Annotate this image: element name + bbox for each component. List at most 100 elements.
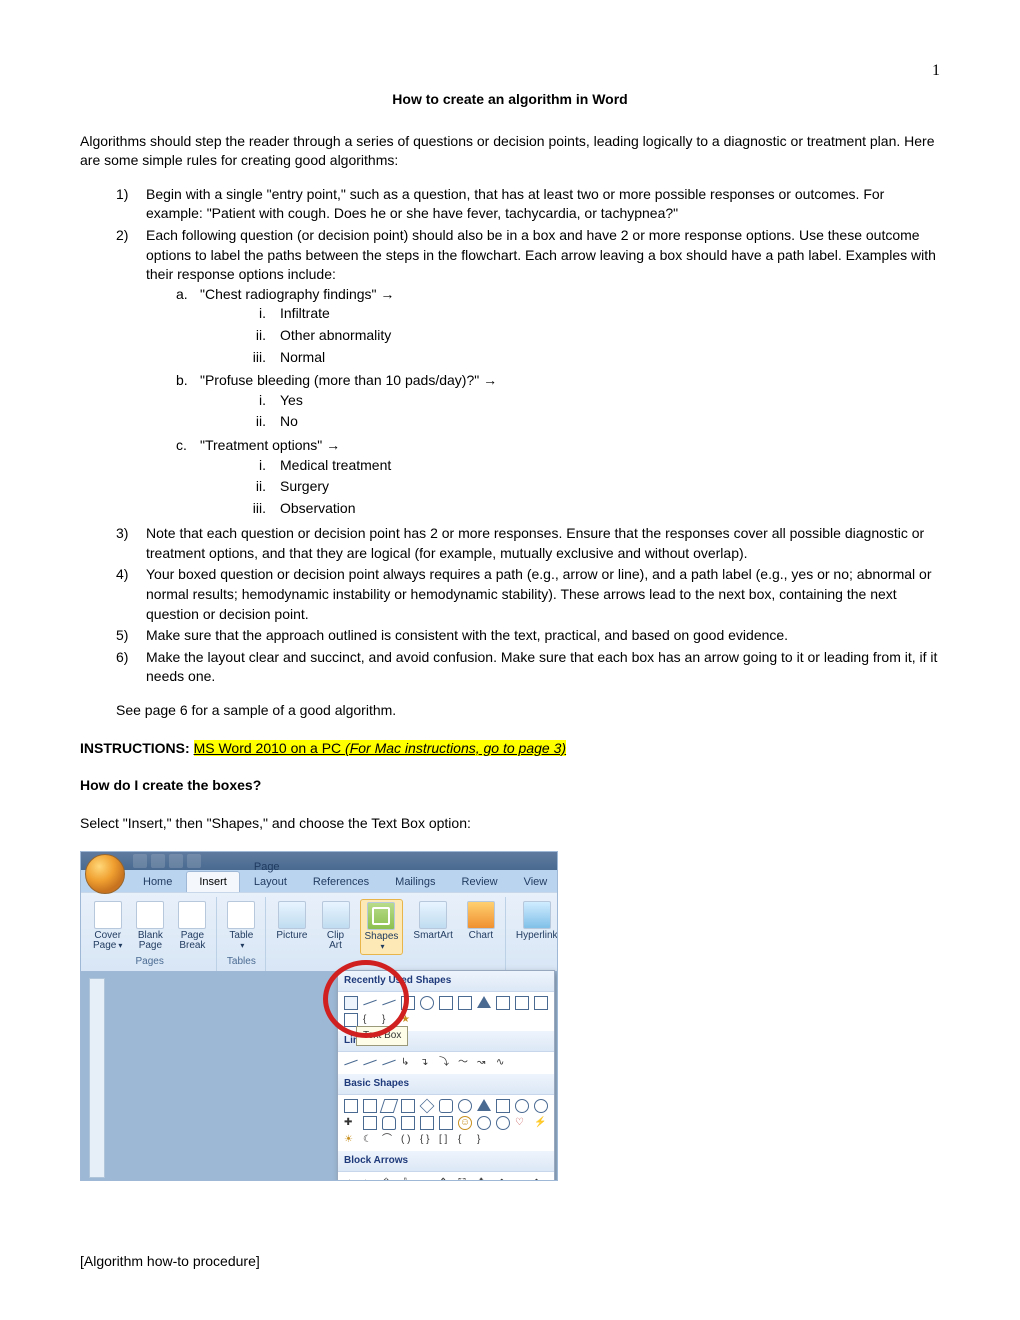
bracket-shape-icon[interactable]: [ ] <box>439 1133 453 1147</box>
block-arrow-icon[interactable]: ⬑ <box>534 1176 548 1181</box>
lightning-shape-icon[interactable]: ⚡ <box>534 1116 548 1130</box>
rect-shape-icon[interactable] <box>458 996 472 1010</box>
brace-shape-icon[interactable]: } <box>477 1133 491 1147</box>
vertical-ruler <box>89 978 105 1178</box>
curve-shape-icon[interactable]: 〜 <box>458 1056 472 1070</box>
block-arrow-icon[interactable]: ⇩ <box>401 1176 415 1181</box>
tab-review[interactable]: Review <box>450 872 510 892</box>
dropdown-row: ⇨ ⇦ ⇧ ⇩ ⇔ ⇕ ⤧ ✥ ⬏ ⬐ ⬑ ⬎ ↩ ↪ ⟳ ⟲ ⇨ ⇨ ▷ ⬭ <box>338 1172 554 1181</box>
diamond-shape-icon[interactable] <box>420 1099 435 1114</box>
line-shape-icon[interactable] <box>363 1060 376 1066</box>
clip-art-icon <box>322 901 350 929</box>
table-button[interactable]: Table▾ <box>223 899 259 953</box>
smartart-button[interactable]: SmartArt <box>409 899 456 955</box>
brace-shape-icon[interactable]: } <box>382 1013 396 1027</box>
textbox-shape-icon[interactable] <box>344 1099 358 1113</box>
rounded-rect-shape-icon[interactable] <box>439 1099 453 1113</box>
block-arrow-icon[interactable]: ⇨ <box>344 1176 358 1181</box>
cover-page-button[interactable]: CoverPage▾ <box>89 899 126 953</box>
tab-references[interactable]: References <box>301 872 381 892</box>
arrow-shape-icon[interactable] <box>515 996 529 1010</box>
block-arrow-icon[interactable]: ⇧ <box>382 1176 396 1181</box>
tab-view[interactable]: View <box>512 872 558 892</box>
tab-mailings[interactable]: Mailings <box>383 872 447 892</box>
hyperlink-button[interactable]: Hyperlink <box>512 899 558 943</box>
folded-corner-shape-icon[interactable] <box>439 1116 453 1130</box>
parallelogram-shape-icon[interactable] <box>380 1099 399 1113</box>
clip-art-button[interactable]: ClipArt <box>318 899 354 955</box>
block-arrow-icon[interactable]: ✥ <box>477 1176 491 1181</box>
blank-page-button[interactable]: BlankPage <box>132 899 168 953</box>
ribbon-group-links: Hyperlink Bookmark <box>505 897 558 971</box>
connector-shape-icon[interactable]: ↴ <box>420 1056 434 1070</box>
qat-dropdown-icon[interactable] <box>187 854 201 868</box>
oval-shape-icon[interactable] <box>534 1099 548 1113</box>
textbox-tooltip: Text Box <box>356 1026 408 1046</box>
block-arrow-icon[interactable]: ⇔ <box>420 1176 434 1181</box>
freeform-shape-icon[interactable]: ↝ <box>477 1056 491 1070</box>
oval-shape-icon[interactable] <box>420 996 434 1010</box>
oval-shape-icon[interactable] <box>515 1099 529 1113</box>
picture-button[interactable]: Picture <box>272 899 311 955</box>
block-arrow-icon[interactable]: ⇕ <box>439 1176 453 1181</box>
connector-shape-icon[interactable]: ↳ <box>401 1056 415 1070</box>
triangle-shape-icon[interactable] <box>477 1099 491 1111</box>
block-arrow-icon[interactable]: ⤧ <box>458 1176 472 1181</box>
heart-shape-icon[interactable]: ♡ <box>515 1116 529 1130</box>
block-arrow-icon[interactable]: ⇦ <box>363 1176 377 1181</box>
step-text: Select "Insert," then "Shapes," and choo… <box>80 814 940 834</box>
donut-shape-icon[interactable] <box>477 1116 491 1130</box>
smiley-shape-icon[interactable]: ☺ <box>458 1116 472 1130</box>
tab-page-layout[interactable]: Page Layout <box>242 857 299 893</box>
list-item: a. "Chest radiography findings" → i.Infi… <box>176 285 940 369</box>
hexagon-shape-icon[interactable] <box>363 1116 377 1130</box>
oval-shape-icon[interactable] <box>458 1099 472 1113</box>
list-item: 4) Your boxed question or decision point… <box>116 565 940 624</box>
block-arrow-icon[interactable]: ⬏ <box>496 1176 510 1181</box>
moon-shape-icon[interactable]: ☾ <box>363 1133 377 1147</box>
no-symbol-shape-icon[interactable] <box>496 1116 510 1130</box>
list-item: i.Yes <box>240 391 940 411</box>
sun-shape-icon[interactable]: ☀ <box>344 1133 358 1147</box>
cover-page-icon <box>94 901 122 929</box>
can-shape-icon[interactable] <box>382 1116 396 1130</box>
connector-shape-icon[interactable]: ⤵ <box>439 1056 453 1070</box>
triangle-shape-icon[interactable] <box>477 996 491 1008</box>
tab-insert[interactable]: Insert <box>186 871 240 892</box>
rect-shape-icon[interactable] <box>363 1099 377 1113</box>
arrow-shape-icon[interactable] <box>344 1013 358 1027</box>
list-item: 6) Make the layout clear and succinct, a… <box>116 648 940 687</box>
line-shape-icon[interactable] <box>363 1000 376 1006</box>
star-shape-icon[interactable]: ★ <box>401 1013 415 1027</box>
rect-shape-icon[interactable] <box>439 996 453 1010</box>
line-shape-icon[interactable] <box>382 1060 395 1066</box>
line-shape-icon[interactable] <box>382 1000 395 1006</box>
undo-icon[interactable] <box>151 854 165 868</box>
cube-shape-icon[interactable] <box>401 1116 415 1130</box>
brace-shape-icon[interactable]: { <box>458 1133 472 1147</box>
rect-shape-icon[interactable] <box>401 996 415 1010</box>
scribble-shape-icon[interactable]: ∿ <box>496 1056 510 1070</box>
right-triangle-shape-icon[interactable] <box>496 1099 510 1113</box>
dropdown-row: { } ★ Text Box <box>338 992 554 1031</box>
brace-shape-icon[interactable]: { } <box>420 1133 434 1147</box>
line-shape-icon[interactable] <box>344 1060 357 1066</box>
arrow-shape-icon[interactable] <box>496 996 510 1010</box>
arc-shape-icon[interactable]: ⌒ <box>382 1133 396 1147</box>
save-icon[interactable] <box>133 854 147 868</box>
redo-icon[interactable] <box>169 854 183 868</box>
plus-shape-icon[interactable]: ✚ <box>344 1116 358 1130</box>
block-arrow-icon[interactable]: ⬐ <box>515 1176 529 1181</box>
list-item: iii.Normal <box>240 348 940 368</box>
arrow-shape-icon[interactable] <box>534 996 548 1010</box>
rules-list: 1) Begin with a single "entry point," su… <box>116 185 940 687</box>
page-break-button[interactable]: PageBreak <box>174 899 210 953</box>
bracket-shape-icon[interactable]: ( ) <box>401 1133 415 1147</box>
tab-home[interactable]: Home <box>131 872 184 892</box>
bevel-shape-icon[interactable] <box>420 1116 434 1130</box>
chart-button[interactable]: Chart <box>463 899 499 955</box>
shapes-button[interactable]: Shapes▾ <box>360 899 404 955</box>
trapezoid-shape-icon[interactable] <box>401 1099 415 1113</box>
textbox-shape-icon[interactable] <box>344 996 358 1010</box>
brace-shape-icon[interactable]: { <box>363 1013 377 1027</box>
